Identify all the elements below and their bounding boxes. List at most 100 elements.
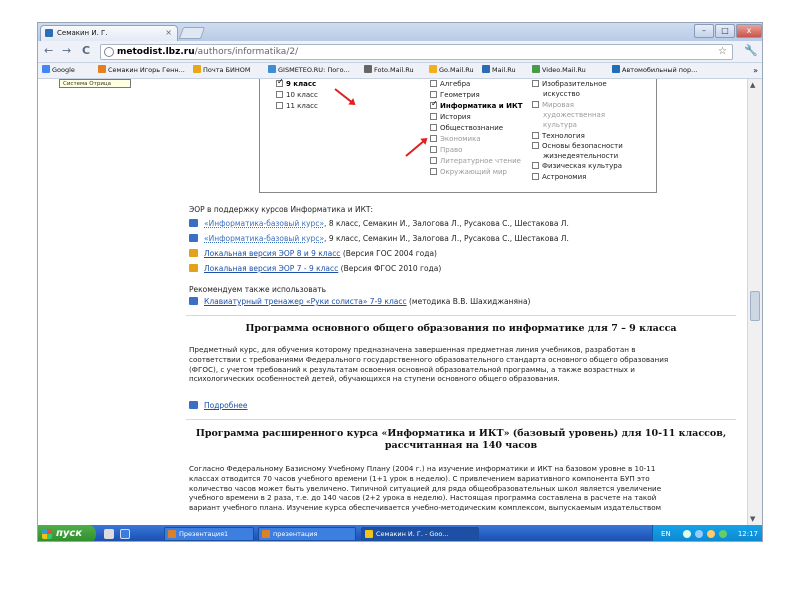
- checkbox[interactable]: [276, 91, 283, 98]
- address-bar[interactable]: metodist.lbz.ru/authors/informatika/2/ ☆: [100, 44, 733, 60]
- checkbox[interactable]: [430, 168, 437, 175]
- minimize-button[interactable]: –: [694, 24, 714, 38]
- bookmark-favicon-icon: [532, 65, 540, 73]
- tray-app-icon[interactable]: [707, 530, 715, 538]
- subject-label: художественная: [543, 110, 606, 119]
- bookmark-item[interactable]: Семакин Игорь Генн...: [98, 63, 185, 78]
- subject-option[interactable]: художественная: [532, 111, 605, 120]
- checkbox[interactable]: [430, 157, 437, 164]
- subject-option[interactable]: Экономика: [430, 135, 481, 144]
- bookmarks-overflow-icon[interactable]: »: [753, 63, 758, 78]
- system-tray: EN 12:17: [652, 525, 762, 541]
- bookmark-item[interactable]: Почта БИНОМ: [193, 63, 250, 78]
- subject-option[interactable]: Технология: [532, 131, 585, 141]
- checkbox[interactable]: [430, 99, 438, 109]
- subject-option[interactable]: Физическая культура: [532, 162, 622, 171]
- subject-option[interactable]: 10 класс: [276, 91, 318, 100]
- checkbox[interactable]: [532, 162, 539, 170]
- bookmark-item[interactable]: Google: [42, 63, 75, 78]
- taskbar-item[interactable]: Семакин И. Г. - Goo...: [361, 527, 479, 541]
- clock: 12:17: [737, 530, 758, 538]
- subject-option[interactable]: Изобразительное: [532, 80, 607, 89]
- checkbox[interactable]: [430, 124, 437, 131]
- eor-link[interactable]: Локальная версия ЭОР 8 и 9 класс: [204, 249, 340, 258]
- close-button[interactable]: x: [736, 24, 762, 38]
- subject-option[interactable]: Литературное чтение: [430, 157, 521, 166]
- bookmark-item[interactable]: Go.Mail.Ru: [429, 63, 474, 78]
- language-indicator[interactable]: EN: [661, 525, 671, 541]
- eor-link[interactable]: Локальная версия ЭОР 7 - 9 класс: [204, 264, 338, 273]
- subject-option[interactable]: Информатика и ИКТ: [430, 99, 522, 111]
- subject-option[interactable]: 9 класс: [276, 79, 316, 89]
- subject-option[interactable]: История: [430, 113, 471, 122]
- scroll-up-icon[interactable]: ▲: [750, 81, 755, 89]
- browser-tab[interactable]: Семакин И. Г. ×: [40, 25, 178, 41]
- resource-icon: [189, 219, 198, 227]
- forward-arrow-icon[interactable]: →: [62, 44, 71, 57]
- bookmark-item[interactable]: Mail.Ru: [482, 63, 516, 78]
- windows-taskbar: пуск Презентация1 презентация Семакин И. Г…: [38, 525, 762, 541]
- checkbox[interactable]: [532, 141, 539, 149]
- checkbox[interactable]: [532, 131, 539, 139]
- subject-option[interactable]: Алгебра: [430, 80, 470, 89]
- bookmark-item[interactable]: Foto.Mail.Ru: [364, 63, 414, 78]
- bookmark-item[interactable]: Автомобильный пор...: [612, 63, 697, 78]
- checkbox[interactable]: [430, 80, 437, 87]
- subject-label: Астрономия: [542, 172, 587, 181]
- subject-option[interactable]: Право: [430, 146, 462, 155]
- bookmark-item[interactable]: Video.Mail.Ru: [532, 63, 586, 78]
- checkbox[interactable]: [430, 91, 437, 98]
- vertical-scrollbar[interactable]: ▲ ▼: [747, 79, 762, 525]
- quicklaunch-mail-icon[interactable]: [104, 529, 114, 539]
- bookmark-favicon-icon: [193, 65, 201, 73]
- taskbar-item[interactable]: презентация: [258, 527, 356, 541]
- checkbox[interactable]: [532, 80, 539, 87]
- checkbox[interactable]: [532, 172, 539, 180]
- checkbox[interactable]: [276, 102, 283, 109]
- subject-option[interactable]: искусство: [532, 90, 580, 99]
- subject-option[interactable]: Астрономия: [532, 172, 587, 182]
- network-icon[interactable]: [683, 530, 691, 538]
- subject-option[interactable]: Основы безопасности: [532, 141, 623, 151]
- subject-label: Изобразительное: [542, 80, 607, 88]
- subject-option[interactable]: Окружающий мир: [430, 168, 507, 177]
- scroll-down-icon[interactable]: ▼: [750, 515, 755, 523]
- checkbox[interactable]: [430, 113, 437, 120]
- checkbox[interactable]: [430, 135, 437, 142]
- volume-icon[interactable]: [695, 530, 703, 538]
- subject-option[interactable]: Мировая: [532, 100, 574, 110]
- keyboard-trainer-link[interactable]: Клавиатурный тренажер «Руки солиста» 7-9…: [204, 297, 407, 306]
- subject-label: Окружающий мир: [440, 168, 508, 176]
- subject-option[interactable]: жизнедеятельности: [532, 152, 618, 161]
- eor-link[interactable]: «Информатика-базовый курс»: [204, 234, 324, 243]
- subject-label: Экономика: [440, 135, 481, 143]
- taskbar-item[interactable]: Презентация1: [164, 527, 254, 541]
- wrench-menu-icon[interactable]: 🔧: [744, 44, 758, 57]
- taskbar-app-icon: [168, 530, 176, 538]
- eor-item: «Информатика-базовый курс», 8 класс, Сем…: [189, 219, 569, 229]
- subject-option[interactable]: Обществознание: [430, 124, 503, 133]
- checkbox[interactable]: [430, 146, 437, 153]
- reload-icon[interactable]: C: [82, 44, 90, 57]
- tab-close-icon[interactable]: ×: [165, 26, 172, 40]
- start-button[interactable]: пуск: [38, 525, 96, 541]
- browser-screen: Семакин И. Г. × – □ x ← → C metodist.lbz…: [37, 22, 763, 542]
- checkbox[interactable]: [276, 79, 284, 87]
- scrollbar-thumb[interactable]: [750, 291, 760, 321]
- eor-link[interactable]: «Информатика-базовый курс»: [204, 219, 324, 228]
- quicklaunch-desktop-icon[interactable]: [120, 529, 130, 539]
- more-link[interactable]: Подробнее: [204, 401, 248, 410]
- subject-option[interactable]: 11 класс: [276, 102, 318, 111]
- bookmark-item[interactable]: GISMETEO.RU: Пого...: [268, 63, 350, 78]
- subject-label: культура: [543, 121, 577, 130]
- new-tab-button[interactable]: [178, 27, 206, 39]
- subject-option[interactable]: культура: [532, 121, 577, 130]
- tray-app-icon[interactable]: [719, 530, 727, 538]
- eor-note: (Версия ФГОС 2010 года): [338, 264, 442, 273]
- checkbox[interactable]: [532, 100, 539, 108]
- bookmark-star-icon[interactable]: ☆: [718, 45, 727, 59]
- bookmark-label: Автомобильный пор...: [622, 66, 698, 74]
- maximize-button[interactable]: □: [715, 24, 735, 38]
- eor-item: «Информатика-базовый курс», 9 класс, Сем…: [189, 234, 569, 244]
- back-arrow-icon[interactable]: ←: [44, 44, 53, 57]
